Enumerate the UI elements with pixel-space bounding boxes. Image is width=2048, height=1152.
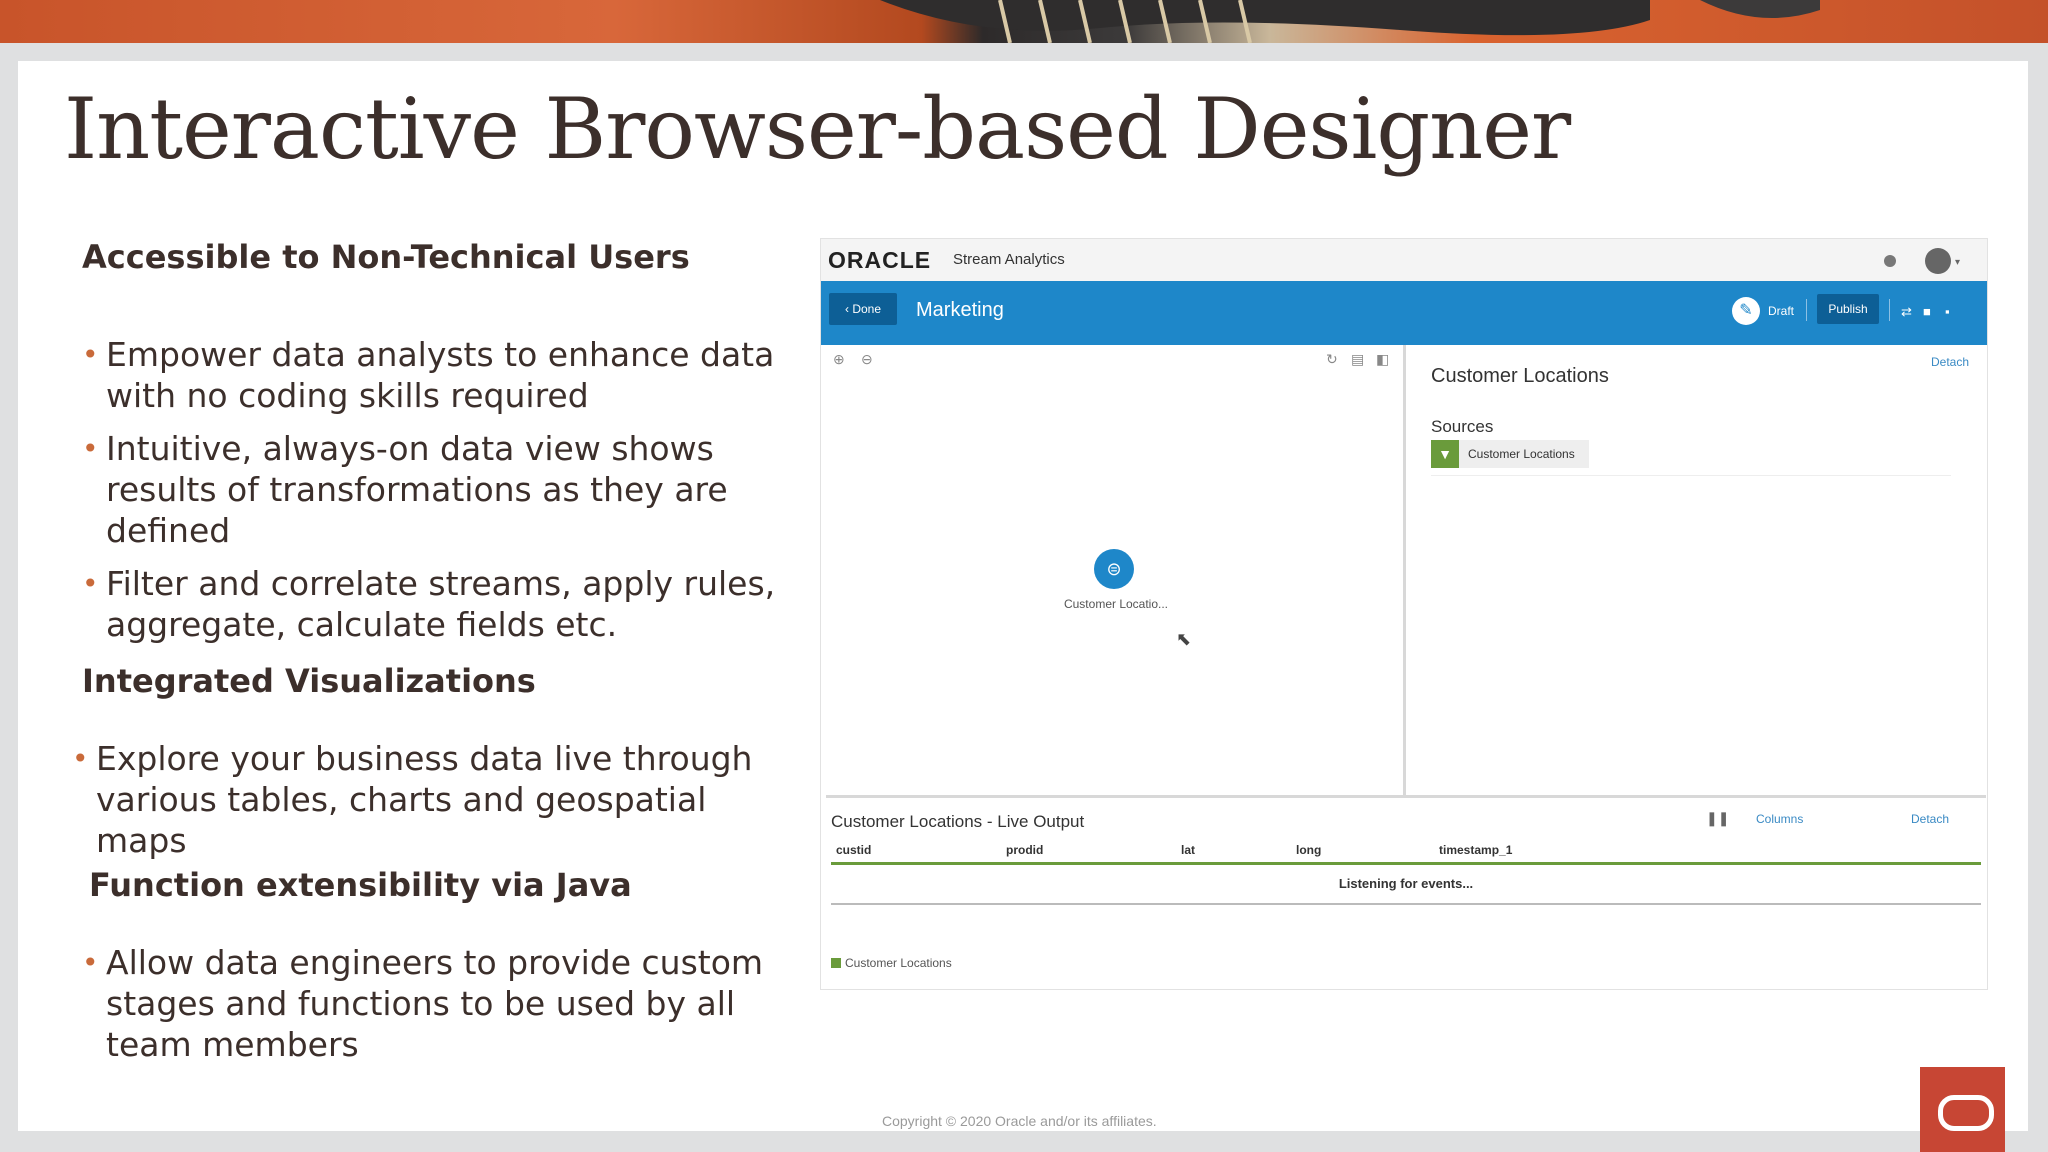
decorative-banner xyxy=(0,0,2048,43)
pause-icon[interactable]: ❚❚ xyxy=(1706,810,1729,827)
node-label: Customer Locatio... xyxy=(1063,597,1169,611)
sources-label: Sources xyxy=(1431,417,1494,436)
delete-icon[interactable]: ▪ xyxy=(1945,304,1950,319)
bullet-item: Allow data engineers to provide custom s… xyxy=(82,942,782,1065)
oracle-logo-icon xyxy=(1920,1067,2005,1152)
oracle-ring-icon xyxy=(1938,1095,1994,1131)
bullet-item: Filter and correlate streams, apply rule… xyxy=(82,563,802,645)
layout-icon[interactable]: ▤ xyxy=(1351,351,1364,368)
bullet-item: Intuitive, always-on data view shows res… xyxy=(82,428,802,551)
bullet-list-java: Allow data engineers to provide custom s… xyxy=(82,942,782,1077)
source-item-label: Customer Locations xyxy=(1468,447,1575,461)
toolbar-divider xyxy=(1889,299,1890,321)
pipeline-toolbar: ‹ Done Marketing ✎ Draft Publish ⇄ ■ ▪ xyxy=(821,281,1987,345)
expand-icon[interactable]: ◧ xyxy=(1376,351,1389,368)
slide-title: Interactive Browser-based Designer xyxy=(64,80,1571,178)
reset-icon[interactable]: ↻ xyxy=(1326,351,1338,368)
save-icon[interactable]: ■ xyxy=(1923,304,1931,319)
copyright-text: Copyright © 2020 Oracle and/or its affil… xyxy=(882,1113,1157,1129)
zoom-out-icon[interactable]: ⊖ xyxy=(861,351,873,368)
stream-analytics-screenshot: ORACLE Stream Analytics ▾ ‹ Done Marketi… xyxy=(820,238,1988,990)
bullet-list-accessible: Empower data analysts to enhance data wi… xyxy=(82,334,802,657)
filter-icon: ▼ xyxy=(1431,440,1459,468)
pipeline-canvas[interactable]: ⊕ ⊖ ↻ ▤ ◧ ⊜ Customer Locatio... ⬉ xyxy=(821,345,1403,795)
app-header: ORACLE Stream Analytics ▾ xyxy=(821,239,1987,281)
pencil-icon[interactable]: ✎ xyxy=(1732,297,1760,325)
properties-panel: Customer Locations Detach Sources ▼ Cust… xyxy=(1406,345,1987,795)
output-legend: Customer Locations xyxy=(831,956,952,970)
section-heading-accessible: Accessible to Non-Technical Users xyxy=(82,238,690,276)
live-output-title: Customer Locations - Live Output xyxy=(831,812,1085,831)
toolbar-divider xyxy=(1806,299,1807,321)
source-item[interactable]: ▼ Customer Locations xyxy=(1431,440,1589,468)
stage-title: Customer Locations xyxy=(1431,365,1609,387)
column-header[interactable]: long xyxy=(1296,843,1321,857)
stream-node-icon[interactable]: ⊜ xyxy=(1094,549,1134,589)
done-button[interactable]: ‹ Done xyxy=(829,293,897,325)
draft-status: Draft xyxy=(1768,304,1795,318)
oracle-logo: ORACLE xyxy=(828,247,932,273)
divider xyxy=(1431,475,1951,476)
done-label: Done xyxy=(852,302,882,316)
publish-button[interactable]: Publish xyxy=(1817,294,1879,324)
banner-pattern xyxy=(880,0,1820,43)
chevron-down-icon[interactable]: ▾ xyxy=(1955,257,1960,268)
legend-label: Customer Locations xyxy=(845,956,952,970)
output-detach-link[interactable]: Detach xyxy=(1911,812,1949,826)
bullet-item: Empower data analysts to enhance data wi… xyxy=(82,334,802,416)
listening-status: Listening for events... xyxy=(831,865,1981,905)
column-header[interactable]: lat xyxy=(1181,843,1195,857)
bullet-item: Explore your business data live through … xyxy=(72,738,792,861)
product-name: Stream Analytics xyxy=(953,251,1065,268)
mouse-cursor-icon: ⬉ xyxy=(1176,629,1192,649)
column-header[interactable]: prodid xyxy=(1006,843,1043,857)
detach-link[interactable]: Detach xyxy=(1931,355,1969,369)
share-icon[interactable]: ⇄ xyxy=(1901,304,1912,320)
user-avatar-icon[interactable] xyxy=(1925,248,1951,274)
zoom-in-icon[interactable]: ⊕ xyxy=(833,351,845,368)
column-header[interactable]: timestamp_1 xyxy=(1439,843,1512,857)
section-heading-java: Function extensibility via Java xyxy=(89,866,632,904)
pipeline-name: Marketing xyxy=(916,299,1004,321)
table-header: custid prodid lat long timestamp_1 xyxy=(831,838,1981,865)
section-heading-visualizations: Integrated Visualizations xyxy=(82,662,536,700)
legend-swatch xyxy=(831,958,841,968)
bullet-list-visualizations: Explore your business data live through … xyxy=(72,738,792,873)
column-header[interactable]: custid xyxy=(836,843,871,857)
help-icon[interactable] xyxy=(1884,255,1896,267)
live-output-panel: Customer Locations - Live Output ❚❚ Colu… xyxy=(826,798,1986,980)
columns-button[interactable]: Columns xyxy=(1756,812,1803,826)
